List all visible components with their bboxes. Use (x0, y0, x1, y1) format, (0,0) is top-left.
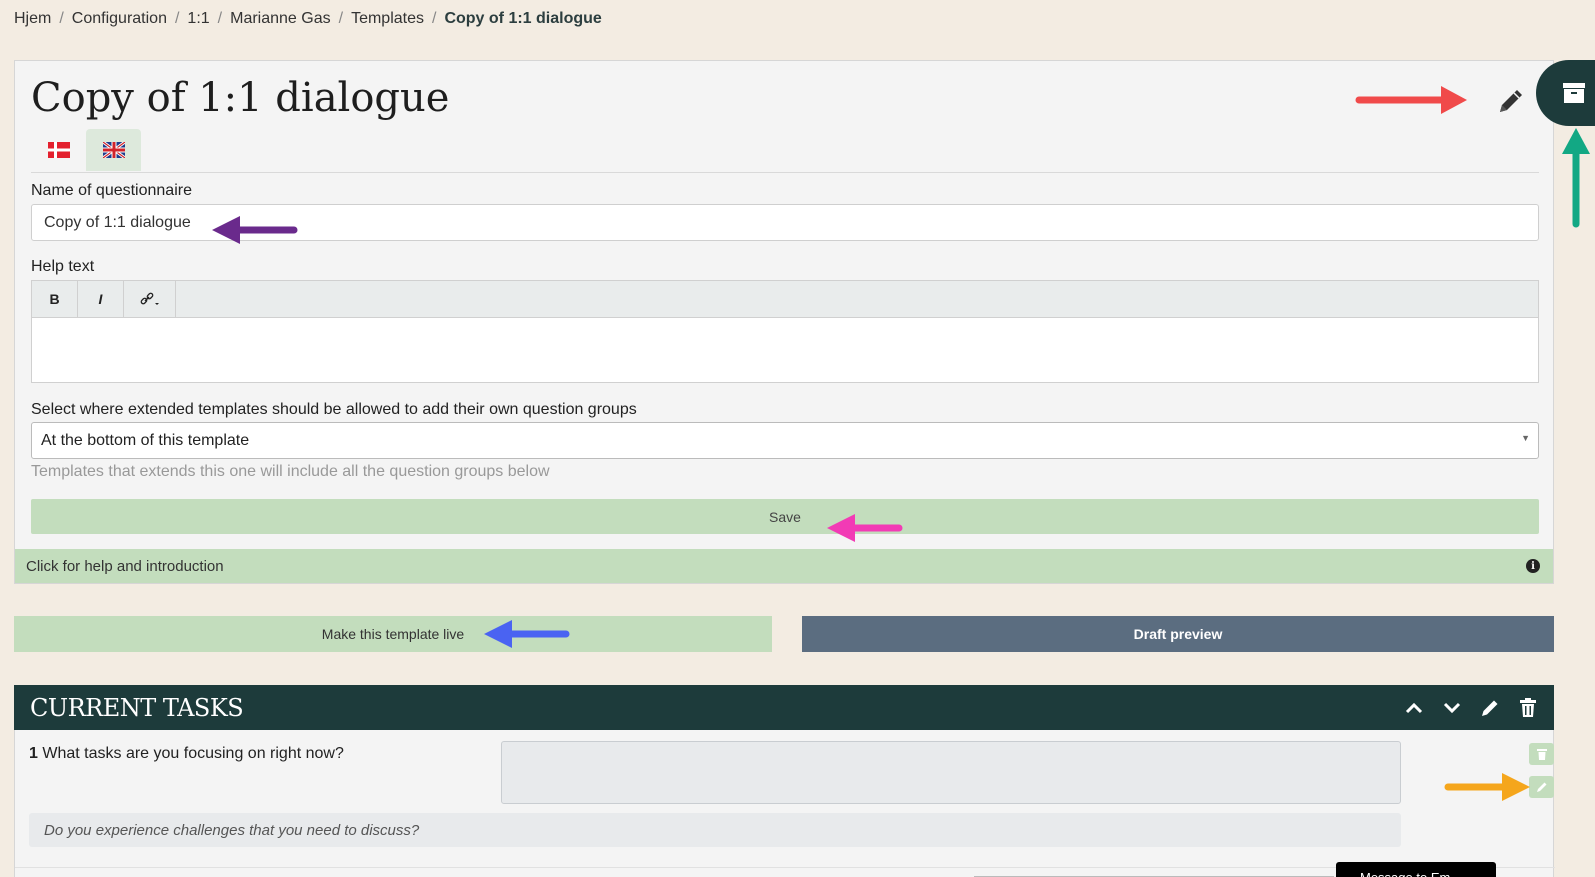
annotation-arrow-purple (212, 216, 298, 244)
question-group-header: CURRENT TASKS (14, 685, 1554, 730)
message-tooltip: Message to Em... (1336, 862, 1496, 877)
trash-icon[interactable] (1516, 696, 1540, 720)
page-title: Copy of 1:1 dialogue (31, 75, 450, 121)
help-text-area[interactable] (32, 318, 1538, 382)
template-form-panel: Copy of 1:1 dialogue Name of questionnai… (14, 60, 1554, 584)
link-button[interactable] (124, 281, 176, 317)
annotation-arrow-teal (1562, 128, 1590, 228)
make-template-live-button[interactable]: Make this template live (14, 616, 772, 652)
breadcrumb-separator: / (432, 10, 437, 27)
question-group-body: 1 What tasks are you focusing on right n… (14, 730, 1555, 877)
pencil-icon (1536, 782, 1546, 792)
archive-box-icon (1563, 83, 1585, 103)
move-up-icon[interactable] (1402, 696, 1426, 720)
language-tabs (31, 129, 141, 171)
delete-question-button[interactable] (1529, 743, 1554, 765)
bold-button[interactable]: B (32, 281, 78, 317)
annotation-arrow-red (1355, 86, 1467, 114)
breadcrumb-templates[interactable]: Templates (351, 10, 424, 28)
sub-question-help: Do you experience challenges that you ne… (29, 813, 1401, 847)
breadcrumb-current: Copy of 1:1 dialogue (444, 10, 602, 27)
question-number: 1 (29, 745, 38, 762)
save-button[interactable]: Save (31, 499, 1539, 534)
edit-pencil-icon[interactable] (1495, 85, 1527, 117)
name-label: Name of questionnaire (31, 182, 192, 199)
breadcrumb-home[interactable]: Hjem (14, 10, 51, 28)
edit-group-icon[interactable] (1478, 696, 1502, 720)
help-bar-label: Click for help and introduction (26, 557, 224, 575)
breadcrumb: Hjem / Configuration / 1:1 / Marianne Ga… (14, 10, 602, 28)
caret-down-icon: ▼ (1521, 433, 1530, 443)
move-down-icon[interactable] (1440, 696, 1464, 720)
breadcrumb-separator: / (59, 10, 64, 27)
extend-position-value: At the bottom of this template (41, 431, 250, 449)
annotation-arrow-blue (484, 620, 570, 648)
question-group-tools (1402, 696, 1540, 720)
draft-preview-button[interactable]: Draft preview (802, 616, 1554, 652)
breadcrumb-separator: / (338, 10, 344, 27)
tabs-divider (31, 172, 1539, 173)
uk-flag-icon (102, 142, 125, 158)
breadcrumb-configuration[interactable]: Configuration (72, 10, 167, 28)
question-text: What tasks are you focusing on right now… (42, 745, 344, 762)
help-introduction-bar[interactable]: Click for help and introduction i (15, 549, 1553, 583)
archive-side-tab[interactable] (1536, 60, 1595, 126)
question-group-title: CURRENT TASKS (30, 694, 244, 722)
editor-toolbar: B I (32, 281, 1538, 318)
help-text-editor: B I (31, 280, 1539, 383)
breadcrumb-one-on-one[interactable]: 1:1 (187, 10, 209, 28)
question-item: 1 What tasks are you focusing on right n… (29, 745, 344, 763)
extend-position-label: Select where extended templates should b… (31, 401, 637, 418)
tab-danish[interactable] (31, 129, 86, 171)
trash-icon (1536, 749, 1547, 760)
italic-button[interactable]: I (78, 281, 124, 317)
breadcrumb-separator: / (217, 10, 223, 27)
breadcrumb-company[interactable]: Marianne Gas (230, 10, 331, 28)
extend-position-hint: Templates that extends this one will inc… (31, 463, 550, 480)
tab-english[interactable] (86, 129, 141, 171)
answer-textarea[interactable] (501, 741, 1401, 804)
breadcrumb-separator: / (174, 10, 180, 27)
danish-flag-icon (47, 142, 70, 158)
info-icon: i (1526, 559, 1540, 573)
row-divider (15, 867, 1555, 868)
link-icon (140, 292, 159, 305)
extend-position-select[interactable]: At the bottom of this template ▼ (31, 422, 1539, 459)
help-text-label: Help text (31, 258, 95, 275)
annotation-arrow-orange (1444, 773, 1530, 801)
annotation-arrow-pink (827, 514, 903, 542)
